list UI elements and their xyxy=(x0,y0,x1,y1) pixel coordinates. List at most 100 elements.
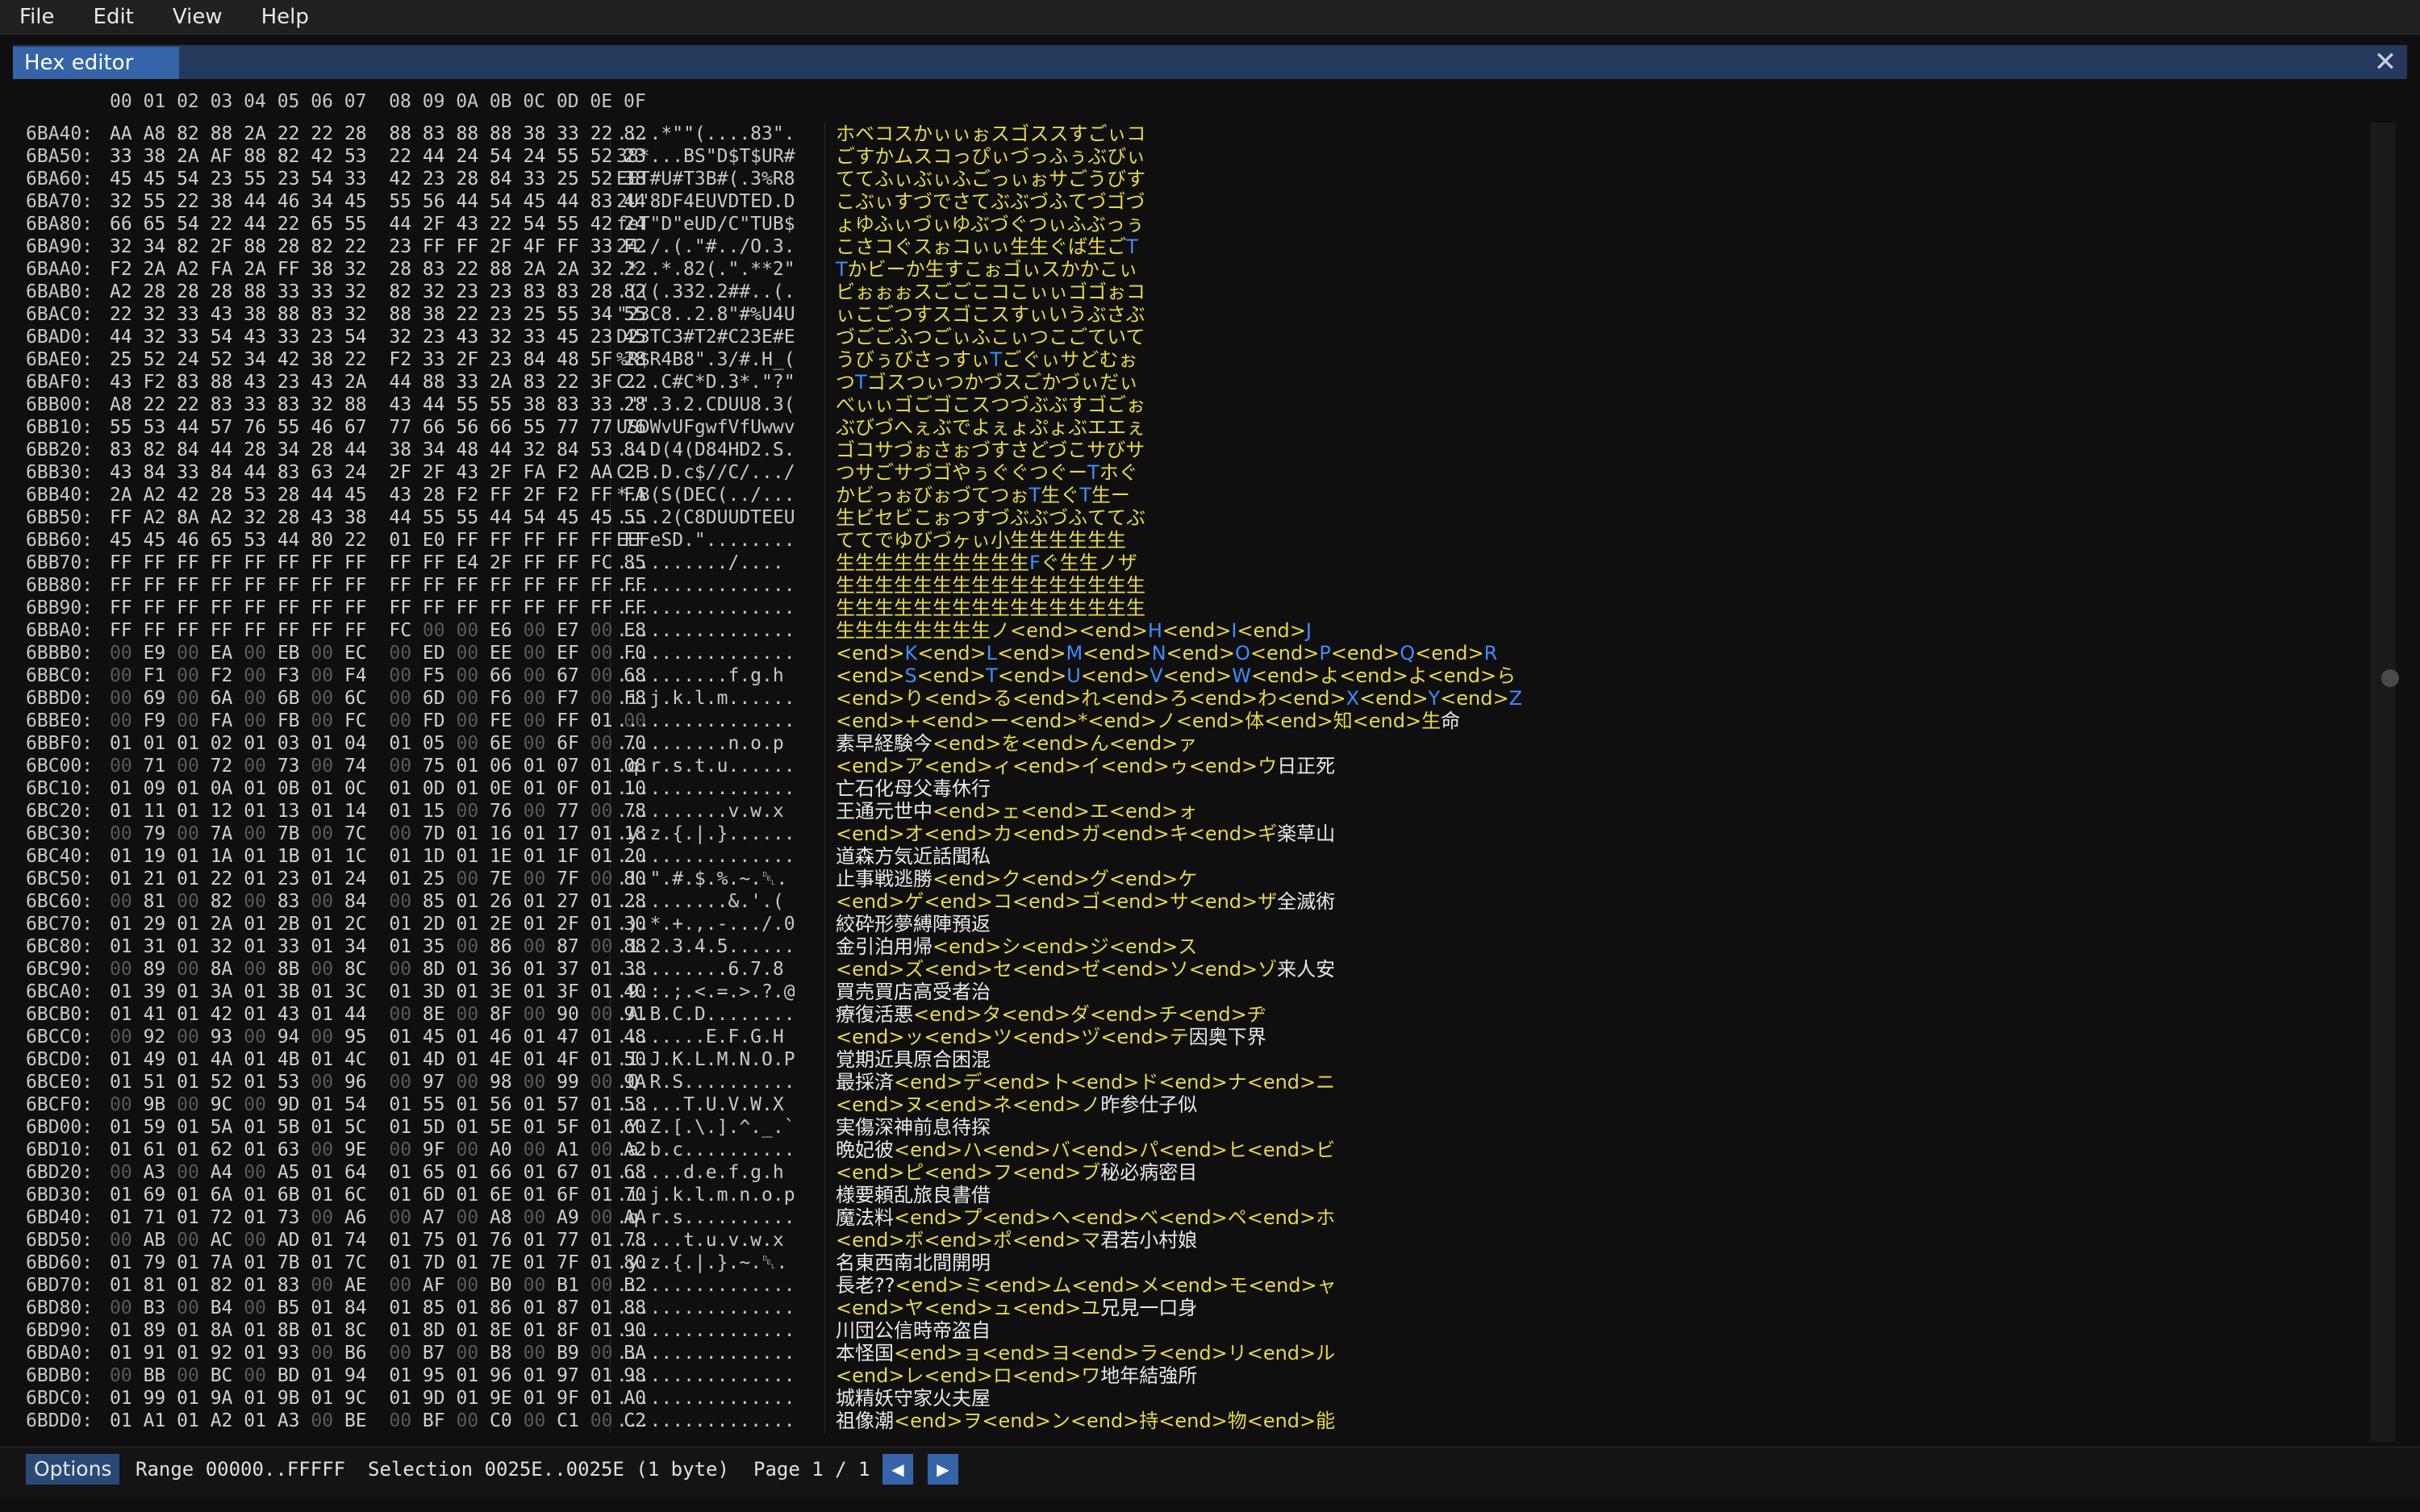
row-ascii[interactable]: ................ xyxy=(616,1319,795,1342)
scrollbar-thumb[interactable] xyxy=(2381,669,2399,687)
row-hex-bytes[interactable]: 00 F9 00 FA 00 FB 00 FC 00 FD 00 FE 00 F… xyxy=(110,710,646,732)
row-ascii[interactable]: .q.r.s.t.u...... xyxy=(616,755,795,777)
row-ascii[interactable]: .Y.Z.[.\.].^._.` xyxy=(616,1116,795,1139)
row-hex-bytes[interactable]: 45 45 54 23 55 23 54 33 42 23 28 84 33 2… xyxy=(110,168,646,190)
row-ascii[interactable]: ..........&.'.( xyxy=(616,890,784,913)
row-decoded-text[interactable]: <end>ッ<end>ツ<end>ヅ<end>テ因奥下界 xyxy=(836,1026,1266,1048)
row-hex-bytes[interactable]: 00 69 00 6A 00 6B 00 6C 00 6D 00 F6 00 F… xyxy=(110,687,646,710)
row-hex-bytes[interactable]: 2A A2 42 28 53 28 44 45 43 28 F2 FF 2F F… xyxy=(110,484,646,506)
row-decoded-text[interactable]: 生生生生生生生生生生生生生生生生 xyxy=(836,574,1145,597)
row-decoded-text[interactable]: <end>+<end>ー<end>*<end>ノ<end>体<end>知<end… xyxy=(836,710,1460,732)
row-decoded-text[interactable]: 買売買店高受者治 xyxy=(836,981,991,1003)
row-hex-bytes[interactable]: 01 51 01 52 01 53 00 96 00 97 00 98 00 9… xyxy=(110,1071,646,1093)
row-ascii[interactable]: USDWvUFgwfVfUwwv xyxy=(616,416,795,439)
row-ascii[interactable]: %R$R4B8".3/#.H_( xyxy=(616,348,795,371)
row-hex-bytes[interactable]: 01 21 01 22 01 23 01 24 01 25 00 7E 00 7… xyxy=(110,868,646,890)
row-ascii[interactable]: C.3.D.c$//C/.../ xyxy=(616,461,795,484)
row-ascii[interactable]: .A.B.C.D........ xyxy=(616,1003,795,1026)
row-ascii[interactable]: EET#U#T3B#(.3%R8 xyxy=(616,168,795,190)
row-decoded-text[interactable]: 王通元世中<end>ェ<end>エ<end>ォ xyxy=(836,800,1197,823)
row-decoded-text[interactable]: ててふぃぶぃふごっぃぉサごうびす xyxy=(836,168,1145,190)
row-ascii[interactable]: .9.:.;.<.=.>.?.@ xyxy=(616,981,795,1003)
row-ascii[interactable]: ................ xyxy=(616,574,795,597)
tab-hex-editor[interactable]: Hex editor xyxy=(13,47,179,79)
row-hex-bytes[interactable]: 00 B3 00 B4 00 B5 01 84 01 85 01 86 01 8… xyxy=(110,1297,646,1319)
row-ascii[interactable]: ................ xyxy=(616,1297,795,1319)
row-hex-bytes[interactable]: 66 65 54 22 44 22 65 55 44 2F 43 22 54 5… xyxy=(110,213,646,235)
row-decoded-text[interactable]: 生生生生生生生生生生生生生生生生 xyxy=(836,597,1145,619)
row-ascii[interactable]: .(((.332.2##..(. xyxy=(616,281,795,303)
row-hex-bytes[interactable]: 01 99 01 9A 01 9B 01 9C 01 9D 01 9E 01 9… xyxy=(110,1387,646,1410)
row-ascii[interactable]: 24./.(."#../O.3. xyxy=(616,235,795,258)
row-decoded-text[interactable]: 魔法料<end>プ<end>ヘ<end>ベ<end>ペ<end>ホ xyxy=(836,1206,1335,1229)
row-hex-bytes[interactable]: A8 22 22 83 33 83 32 88 43 44 55 55 38 8… xyxy=(110,394,646,416)
row-ascii[interactable]: D23TC3#T2#C23E#E xyxy=(616,326,795,348)
row-decoded-text[interactable]: <end>ピ<end>フ<end>ブ秘必病密目 xyxy=(836,1161,1197,1184)
row-decoded-text[interactable]: 亡石化母父毒休行 xyxy=(836,777,991,800)
row-hex-bytes[interactable]: 01 A1 01 A2 01 A3 00 BE 00 BF 00 C0 00 C… xyxy=(110,1410,646,1432)
row-decoded-text[interactable]: かビっぉびぉづてつぉT生ぐT生ー xyxy=(836,484,1130,506)
row-ascii[interactable]: feT"D"eUD/C"TUB$ xyxy=(616,213,795,235)
row-decoded-text[interactable]: <end>K<end>L<end>M<end>N<end>O<end>P<end… xyxy=(836,642,1497,664)
row-hex-bytes[interactable]: FF FF FF FF FF FF FF FF FC 00 00 E6 00 E… xyxy=(110,619,646,642)
row-decoded-text[interactable]: 城精妖守家火夫屋 xyxy=(836,1387,991,1410)
row-hex-bytes[interactable]: 01 11 01 12 01 13 01 14 01 15 00 76 00 7… xyxy=(110,800,646,823)
row-hex-bytes[interactable]: 01 19 01 1A 01 1B 01 1C 01 1D 01 1E 01 1… xyxy=(110,845,646,868)
vertical-scrollbar[interactable] xyxy=(2370,123,2396,1442)
row-hex-bytes[interactable]: 00 BB 00 BC 00 BD 01 94 01 95 01 96 01 9… xyxy=(110,1364,646,1387)
row-hex-bytes[interactable]: 01 81 01 82 01 83 00 AE 00 AF 00 B0 00 B… xyxy=(110,1274,646,1297)
row-decoded-text[interactable]: <end>ヤ<end>ュ<end>ユ兄見一口身 xyxy=(836,1297,1197,1319)
row-decoded-text[interactable]: <end>り<end>る<end>れ<end>ろ<end>わ<end>X<end… xyxy=(836,687,1522,710)
row-ascii[interactable]: .!.".#.$.%.~.␡. xyxy=(616,868,787,890)
row-ascii[interactable]: 38*...BS"D$T$UR# xyxy=(616,145,795,168)
row-decoded-text[interactable]: 晩妃彼<end>ハ<end>バ<end>パ<end>ヒ<end>ビ xyxy=(836,1139,1335,1161)
row-decoded-text[interactable]: つTゴスつぃつかづスごかづぃだぃ xyxy=(836,371,1138,394)
row-ascii[interactable]: ......t.u.v.w.x xyxy=(616,1229,784,1252)
row-decoded-text[interactable]: うびぅびさっすぃTごぐぃサどむぉ xyxy=(836,348,1137,371)
row-decoded-text[interactable]: 最採済<end>デ<end>ト<end>ド<end>ナ<end>ニ xyxy=(836,1071,1335,1093)
row-decoded-text[interactable]: ごすかムスコっぴぃづっふぅぶびぃ xyxy=(836,145,1145,168)
row-hex-bytes[interactable]: FF FF FF FF FF FF FF FF FF FF FF FF FF F… xyxy=(110,597,646,619)
row-decoded-text[interactable]: 本怪国<end>ョ<end>ヨ<end>ラ<end>リ<end>ル xyxy=(836,1342,1335,1364)
row-ascii[interactable]: ..........n.o.p xyxy=(616,732,784,755)
row-ascii[interactable]: ................ xyxy=(616,710,795,732)
row-decoded-text[interactable]: 金引泊用帰<end>シ<end>ジ<end>ス xyxy=(836,935,1197,958)
row-decoded-text[interactable]: 素早経験今<end>を<end>ん<end>ァ xyxy=(836,732,1197,755)
row-decoded-text[interactable]: 生生生生生生生生ノ<end><end>H<end>I<end>J xyxy=(836,619,1312,642)
row-decoded-text[interactable]: Tかビーか生すこぉゴぃスかかこぃ xyxy=(836,258,1138,281)
row-ascii[interactable]: *.B(S(DEC(../... xyxy=(616,484,795,506)
row-ascii[interactable]: EEFeSD."........ xyxy=(616,529,795,552)
row-hex-bytes[interactable]: 32 34 82 2F 88 28 82 22 23 FF FF 2F 4F F… xyxy=(110,235,646,258)
row-hex-bytes[interactable]: 83 82 84 44 28 34 28 44 38 34 48 44 32 8… xyxy=(110,439,646,461)
row-hex-bytes[interactable]: 01 79 01 7A 01 7B 01 7C 01 7D 01 7E 01 7… xyxy=(110,1252,646,1274)
row-hex-bytes[interactable]: 01 01 01 02 01 03 01 04 01 05 00 6E 00 6… xyxy=(110,732,646,755)
row-decoded-text[interactable]: <end>ゲ<end>コ<end>ゴ<end>サ<end>ザ全滅術 xyxy=(836,890,1335,913)
row-hex-bytes[interactable]: 43 84 33 84 44 83 63 24 2F 2F 43 2F FA F… xyxy=(110,461,646,484)
menu-edit[interactable]: Edit xyxy=(74,0,153,34)
row-ascii[interactable]: .Q.R.S.......... xyxy=(616,1071,795,1093)
row-ascii[interactable]: ................ xyxy=(616,1364,795,1387)
row-ascii[interactable]: ......T.U.V.W.X xyxy=(616,1093,784,1116)
row-hex-bytes[interactable]: 01 49 01 4A 01 4B 01 4C 01 4D 01 4E 01 4… xyxy=(110,1048,646,1071)
row-hex-bytes[interactable]: 00 71 00 72 00 73 00 74 00 75 01 06 01 0… xyxy=(110,755,646,777)
row-ascii[interactable]: .i.j.k.l.m.n.o.p xyxy=(616,1184,795,1206)
row-decoded-text[interactable]: 実傷深神前息待探 xyxy=(836,1116,991,1139)
row-ascii[interactable]: ................ xyxy=(616,845,795,868)
row-decoded-text[interactable]: 覚期近具原合困混 xyxy=(836,1048,991,1071)
row-hex-bytes[interactable]: 00 81 00 82 00 83 00 84 00 85 01 26 01 2… xyxy=(110,890,646,913)
row-hex-bytes[interactable]: 33 38 2A AF 88 82 42 53 22 44 24 54 24 5… xyxy=(110,145,646,168)
options-button[interactable]: Options xyxy=(26,1454,120,1485)
menu-help[interactable]: Help xyxy=(242,0,328,34)
row-hex-bytes[interactable]: 00 AB 00 AC 00 AD 01 74 01 75 01 76 01 7… xyxy=(110,1229,646,1252)
row-ascii[interactable]: ................ xyxy=(616,1387,795,1410)
row-decoded-text[interactable]: ててでゆびづヶぃ小生生生生生生 xyxy=(836,529,1126,552)
row-ascii[interactable]: ..........v.w.x xyxy=(616,800,784,823)
row-decoded-text[interactable]: <end>ズ<end>セ<end>ゼ<end>ソ<end>ゾ来人安 xyxy=(836,958,1335,981)
row-ascii[interactable]: .y.z.{.|.}...... xyxy=(616,823,795,845)
row-ascii[interactable]: 2U"8DF4EUVDTED.D xyxy=(616,190,795,213)
row-hex-bytes[interactable]: 00 9B 00 9C 00 9D 01 54 01 55 01 56 01 5… xyxy=(110,1093,646,1116)
row-decoded-text[interactable]: 川団公信時帝盗自 xyxy=(836,1319,991,1342)
row-hex-bytes[interactable]: 01 71 01 72 01 73 00 A6 00 A7 00 A8 00 A… xyxy=(110,1206,646,1229)
row-decoded-text[interactable]: 様要頼乱旅良書借 xyxy=(836,1184,991,1206)
row-decoded-text[interactable]: ぃこごつすスゴこスすぃいうぶさぶ xyxy=(836,303,1145,326)
